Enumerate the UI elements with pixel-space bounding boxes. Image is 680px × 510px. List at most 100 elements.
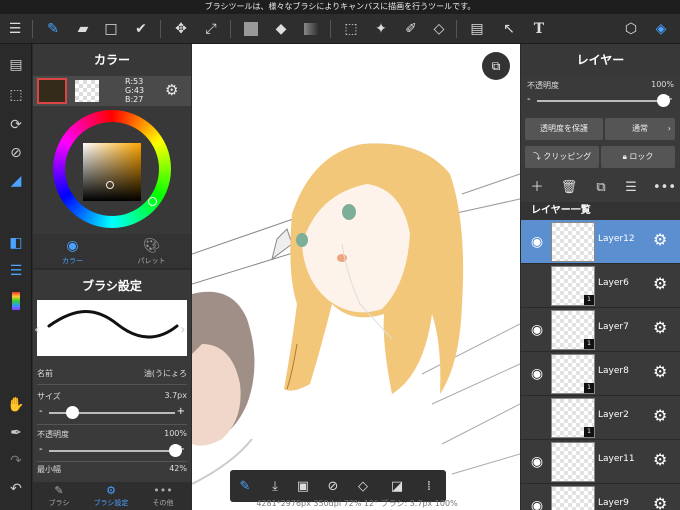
layer-settings-gear-icon[interactable]: ⚙ — [653, 274, 667, 293]
eye-icon[interactable]: ◉ — [525, 320, 549, 340]
layer-row[interactable]: ◉ Layer9 ⚙ — [521, 484, 680, 510]
ruler-icon[interactable]: ⊘ — [5, 142, 27, 164]
drawing-canvas[interactable]: ⧉ ✎ ⤓ ▣ ⊘ ◇ ◪ ⁞ 4281*2976px 350dpi 72% 1… — [192, 44, 520, 510]
size-plus-icon[interactable]: + — [177, 406, 185, 417]
blend-mode-button[interactable]: 通常 › — [605, 118, 675, 140]
transform-icon[interactable]: ⤢ — [200, 18, 222, 40]
layers-icon[interactable]: ◈ — [650, 18, 672, 40]
hue-cursor[interactable] — [148, 197, 157, 206]
layer-opacity-plus-icon[interactable]: + — [665, 94, 673, 105]
checkmark-icon[interactable]: ✔ — [130, 18, 152, 40]
layer-settings-gear-icon[interactable]: ⚙ — [653, 406, 667, 425]
cube-icon[interactable]: ⬡ — [620, 18, 642, 40]
brush-snap-icon[interactable]: ✎ — [234, 475, 256, 497]
bucket-icon[interactable]: ◆ — [270, 18, 292, 40]
layer-settings-gear-icon[interactable]: ⚙ — [653, 362, 667, 381]
layer-row[interactable]: ◉ 1 Layer8 ⚙ — [521, 352, 680, 396]
layer-opacity-slider[interactable]: - + — [525, 94, 675, 108]
duplicate-layer-icon[interactable]: ⧉ — [591, 178, 611, 198]
color-settings-gear-icon[interactable]: ⚙ — [165, 81, 178, 99]
main-color-swatch[interactable] — [37, 78, 67, 104]
grid-dots-icon[interactable]: ⁞ — [418, 475, 440, 497]
saturation-value-square[interactable] — [83, 143, 141, 201]
size-slider[interactable]: - + — [37, 406, 187, 420]
clear-icon[interactable]: ◇ — [352, 475, 374, 497]
add-layer-icon[interactable]: ＋ — [527, 178, 547, 198]
download-icon[interactable]: ⤓ — [264, 475, 286, 497]
layer-settings-gear-icon[interactable]: ⚙ — [653, 450, 667, 469]
canvas-rect-icon[interactable]: ▣ — [292, 475, 314, 497]
layer-thumbnail: 1 — [551, 354, 595, 394]
eye-icon[interactable]: ◉ — [525, 496, 549, 510]
tab-palette[interactable]: 🎨︎ パレット — [112, 236, 191, 266]
tab-other[interactable]: ••• その他 — [137, 484, 189, 508]
layer-opacity-minus-icon[interactable]: - — [527, 94, 531, 105]
selection-layer-icon[interactable]: ⬚ — [5, 84, 27, 106]
select-eraser-icon[interactable]: ◇ — [428, 18, 450, 40]
layer-row[interactable]: 1 Layer6 ⚙ — [521, 264, 680, 308]
selection-icon[interactable]: ⬚ — [340, 18, 362, 40]
rotate-icon[interactable]: ⟳ — [5, 114, 27, 136]
protect-alpha-button[interactable]: 透明度を保護 — [525, 118, 603, 140]
layer-row[interactable]: ◉ 1 Layer7 ⚙ — [521, 308, 680, 352]
layer-settings-gear-icon[interactable]: ⚙ — [653, 230, 667, 249]
layer-settings-gear-icon[interactable]: ⚙ — [653, 318, 667, 337]
tab-brush[interactable]: ✎ ブラシ — [33, 484, 85, 508]
snap-icon[interactable]: ◢ — [5, 170, 27, 192]
fill-rect-icon[interactable] — [240, 18, 262, 40]
menu-icon[interactable]: ☰ — [4, 18, 26, 40]
eye-hidden-icon[interactable] — [525, 408, 549, 428]
prev-brush-chevron-icon[interactable]: ‹ — [34, 322, 40, 338]
gradient-icon[interactable] — [300, 18, 322, 40]
eye-icon[interactable]: ◉ — [525, 364, 549, 384]
layer-thumbnail: 1 — [551, 266, 595, 306]
navigator-button[interactable]: ⧉ — [482, 52, 510, 80]
eye-hidden-icon[interactable] — [525, 276, 549, 296]
layer-settings-gear-icon[interactable]: ⚙ — [653, 494, 667, 510]
palette-strip-icon[interactable] — [5, 290, 27, 312]
no-snap-icon[interactable]: ⊘ — [322, 475, 344, 497]
fill-canvas-icon[interactable]: ◪ — [386, 475, 408, 497]
color-tab-icon: ◉ — [66, 238, 79, 254]
select-arrow-icon[interactable]: ↖ — [498, 18, 520, 40]
layer-row[interactable]: 1 Layer2 ⚙ — [521, 396, 680, 440]
lock-button[interactable]: 🔒︎ ロック — [601, 146, 675, 168]
layer-more-icon[interactable]: ••• — [653, 178, 676, 198]
redo-icon[interactable]: ↷ — [5, 450, 27, 472]
tab-color[interactable]: ◉ カラー — [33, 236, 112, 266]
text-icon[interactable]: T — [528, 18, 550, 40]
app-window: ブラシツールは、様々なブラシによりキャンバスに描画を行うツールです。 ☰ ✎ ▰… — [0, 0, 680, 510]
tab-brush-settings[interactable]: ⚙ ブラシ設定 — [85, 484, 137, 508]
layer-list-menu-icon[interactable]: ☰ — [621, 178, 641, 198]
magic-wand-icon[interactable]: ✦ — [370, 18, 392, 40]
size-slider-knob[interactable] — [65, 406, 79, 419]
select-pen-icon[interactable]: ✐ — [400, 18, 422, 40]
delete-layer-icon[interactable]: 🗑︎ — [559, 178, 579, 198]
layer-list-icon[interactable]: ☰ — [5, 260, 27, 282]
move-icon[interactable]: ✥ — [170, 18, 192, 40]
size-minus-icon[interactable]: - — [39, 406, 43, 417]
undo-icon[interactable]: ↶ — [5, 478, 27, 500]
document-icon[interactable]: ▤ — [5, 54, 27, 76]
sv-cursor[interactable] — [106, 181, 114, 189]
opacity-minus-icon[interactable]: - — [39, 444, 43, 455]
brush-name-row[interactable]: 名前 油(うにょろ — [37, 368, 187, 379]
brush-opacity-slider[interactable]: - + — [37, 444, 187, 458]
palette-icon: 🎨︎ — [142, 238, 161, 254]
eye-icon[interactable]: ◉ — [525, 452, 549, 472]
color-panel-icon[interactable]: ◧ — [5, 232, 27, 254]
opacity-row: 不透明度 100% — [37, 429, 187, 440]
eye-icon[interactable]: ◉ — [525, 232, 549, 252]
brush-icon[interactable]: ✎ — [42, 18, 64, 40]
rect-icon[interactable]: □ — [100, 18, 122, 40]
opacity-plus-icon[interactable]: + — [177, 444, 185, 455]
sub-color-swatch[interactable] — [75, 80, 99, 102]
next-brush-chevron-icon[interactable]: › — [180, 322, 186, 338]
layer-row[interactable]: ◉ Layer12 ⚙ — [521, 220, 680, 264]
hand-icon[interactable]: ✋ — [5, 394, 27, 416]
eyedropper-icon[interactable]: ✒ — [5, 422, 27, 444]
layer-row[interactable]: ◉ Layer11 ⚙ — [521, 440, 680, 484]
eraser-icon[interactable]: ▰ — [72, 18, 94, 40]
layout-icon[interactable]: ▤ — [466, 18, 488, 40]
clipping-button[interactable]: ⤵ クリッピング — [525, 146, 599, 168]
